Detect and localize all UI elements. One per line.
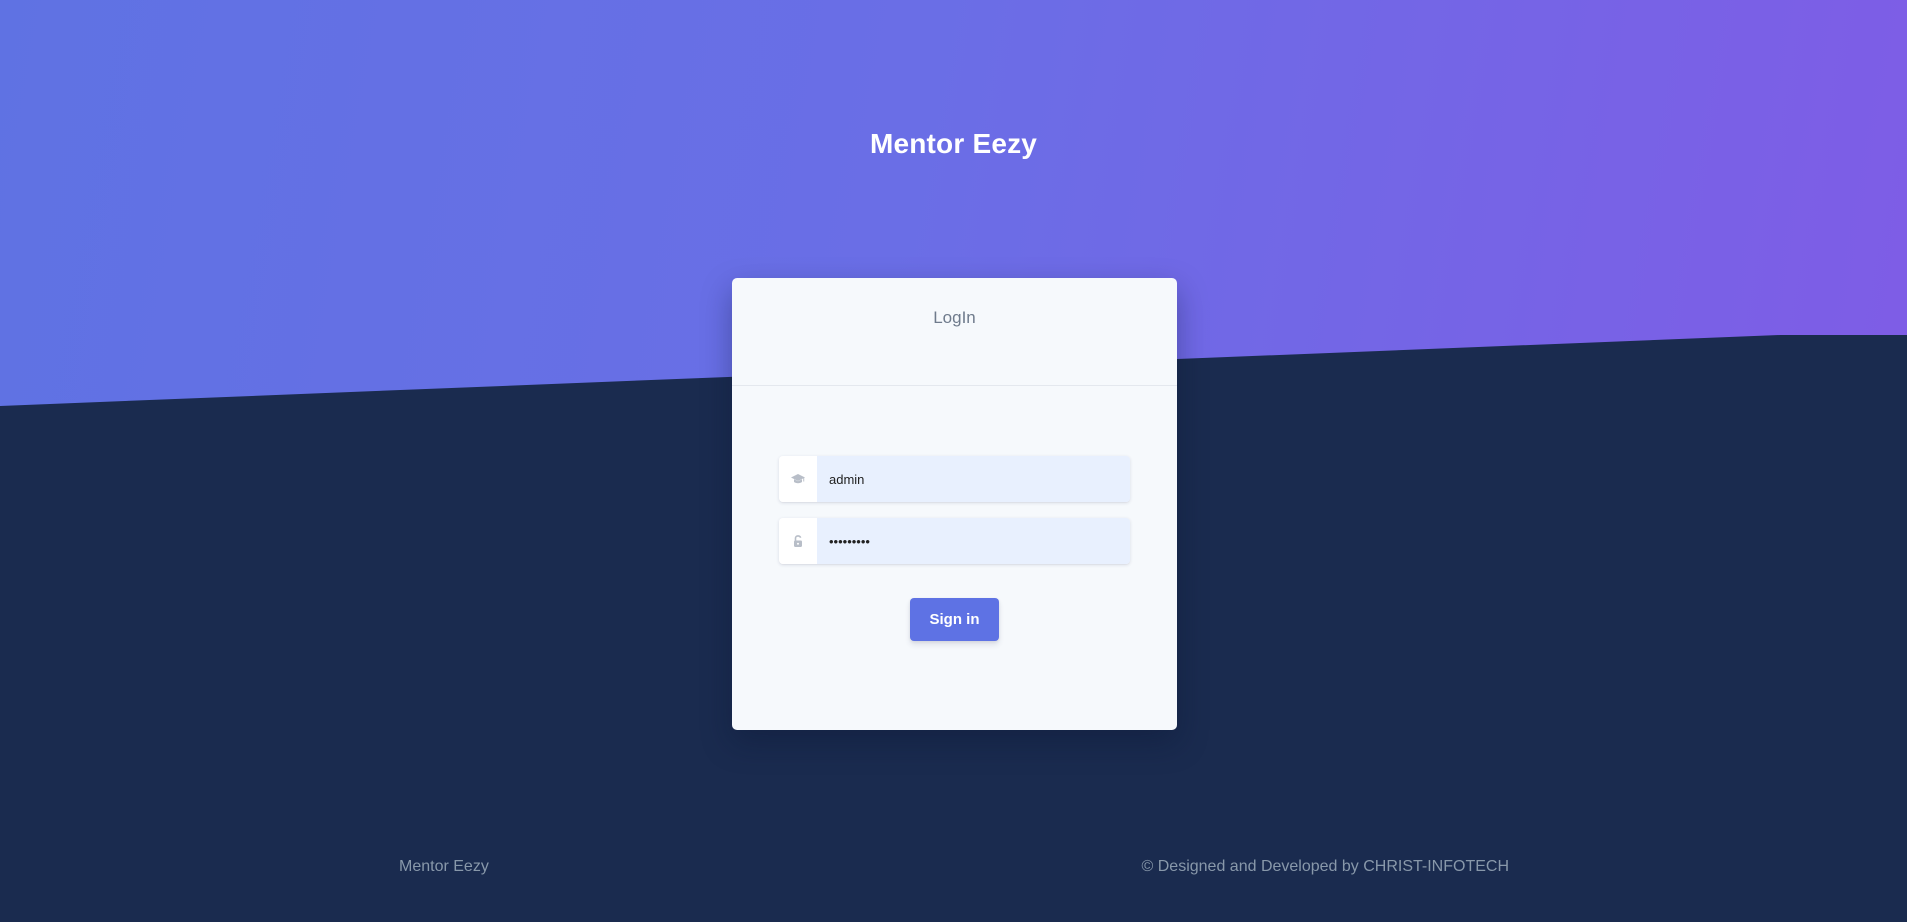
footer-brand: Mentor Eezy [399, 858, 489, 875]
unlock-icon [779, 518, 817, 564]
button-row: Sign in [779, 598, 1130, 641]
login-title: LogIn [933, 308, 976, 327]
app-title: Mentor Eezy [869, 128, 1038, 159]
sign-in-button[interactable]: Sign in [910, 598, 999, 641]
footer-credits: © Designed and Developed by CHRIST-INFOT… [1141, 858, 1509, 875]
graduation-cap-icon [779, 456, 817, 502]
login-card-header: LogIn [732, 278, 1177, 386]
password-input[interactable] [817, 518, 1130, 564]
login-page: Mentor Eezy LogIn admin Sign in Mentor E… [0, 0, 1907, 922]
login-form: Sign in [732, 386, 1177, 641]
username-input[interactable] [817, 456, 1130, 502]
login-card: LogIn admin Sign in [732, 278, 1177, 730]
password-group [779, 518, 1130, 564]
username-group [779, 456, 1130, 502]
